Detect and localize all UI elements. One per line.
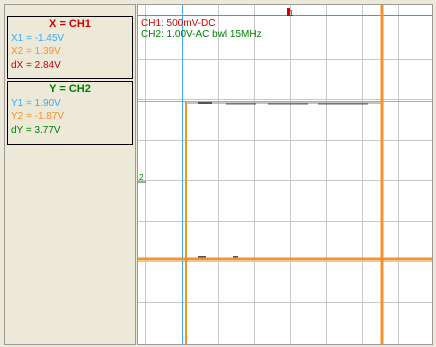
y-cursor-title: Y = CH2	[49, 83, 91, 95]
x-cursor-title: X = CH1	[49, 18, 91, 30]
dx-readout: dX = 2.84V	[11, 60, 61, 71]
x2-readout: X2 = 1.39V	[11, 46, 61, 57]
oscilloscope-window: X = CH1 X1 = -1.45V X2 = 1.39V dX = 2.84…	[0, 0, 436, 347]
scope-canvas[interactable]	[138, 5, 432, 344]
scope-display[interactable]: CH1: 500mV-DC CH2: 1.00V-AC bwl 15MHz 1 …	[137, 4, 433, 345]
ch1-info: CH1: 500mV-DC	[141, 18, 216, 29]
ch2-info: CH2: 1.00V-AC bwl 15MHz	[141, 29, 262, 40]
x1-readout: X1 = -1.45V	[11, 33, 65, 44]
trigger-marker-label: 1	[289, 9, 294, 18]
dy-readout: dY = 3.77V	[11, 125, 61, 136]
y1-readout: Y1 = 1.90V	[11, 98, 61, 109]
y-cursor-group: Y = CH2 Y1 = 1.90V Y2 = -1.87V dY = 3.77…	[7, 81, 133, 145]
x-cursor-group: X = CH1 X1 = -1.45V X2 = 1.39V dX = 2.84…	[7, 16, 133, 79]
cursor-readout-panel: X = CH1 X1 = -1.45V X2 = 1.39V dX = 2.84…	[4, 4, 136, 345]
y2-readout: Y2 = -1.87V	[11, 111, 65, 122]
ground-marker-label: 2	[139, 173, 144, 182]
